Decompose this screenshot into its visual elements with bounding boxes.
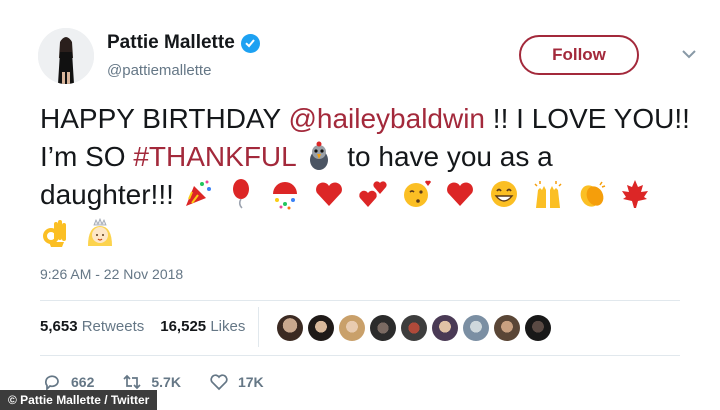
hashtag-link[interactable]: #THANKFUL bbox=[133, 141, 295, 172]
red-heart-emoji-icon bbox=[313, 178, 345, 210]
balloon-emoji-icon bbox=[225, 178, 257, 210]
face-blowing-kiss-emoji-icon bbox=[401, 178, 433, 210]
liker-avatar[interactable] bbox=[339, 315, 365, 341]
tweet-text: HAPPY BIRTHDAY @haileybaldwin !! I LOVE … bbox=[40, 100, 690, 252]
retweet-icon bbox=[123, 374, 141, 390]
heart-icon bbox=[210, 374, 228, 391]
liker-avatar[interactable] bbox=[432, 315, 458, 341]
divider bbox=[40, 300, 680, 301]
liker-avatar[interactable] bbox=[401, 315, 427, 341]
retweet-count: 5.7K bbox=[151, 374, 181, 390]
tweet-stats: 5,653 Retweets 16,525 Likes bbox=[40, 318, 245, 335]
reply-count: 662 bbox=[71, 374, 95, 390]
retweets-stat[interactable]: 5,653 Retweets bbox=[40, 318, 144, 335]
retweet-button[interactable]: 5.7K bbox=[122, 372, 181, 392]
liker-avatar[interactable] bbox=[463, 315, 489, 341]
two-hearts-emoji-icon bbox=[357, 178, 389, 210]
divider bbox=[40, 355, 680, 356]
princess-emoji-icon bbox=[84, 216, 116, 248]
confetti-ball-emoji-icon bbox=[269, 178, 301, 210]
likes-label: Likes bbox=[210, 318, 246, 335]
liker-avatar[interactable] bbox=[308, 315, 334, 341]
red-heart-emoji-icon bbox=[444, 178, 476, 210]
likes-count: 16,525 bbox=[160, 318, 207, 335]
turkey-emoji-icon bbox=[303, 140, 335, 172]
author-block: Pattie Mallette @pattiemallette bbox=[107, 32, 260, 79]
liker-avatar[interactable] bbox=[370, 315, 396, 341]
image-credit: © Pattie Mallette / Twitter bbox=[0, 390, 158, 410]
author-name[interactable]: Pattie Mallette bbox=[107, 32, 235, 54]
stats-separator bbox=[258, 307, 259, 347]
retweets-count: 5,653 bbox=[40, 318, 78, 335]
tweet-actions: 662 5.7K 17K bbox=[42, 372, 264, 392]
author-handle[interactable]: @pattiemallette bbox=[107, 62, 260, 79]
liker-avatar[interactable] bbox=[525, 315, 551, 341]
clapping-hands-emoji-icon bbox=[576, 178, 608, 210]
tweet-text-part: HAPPY BIRTHDAY bbox=[40, 103, 289, 134]
like-count: 17K bbox=[237, 374, 264, 390]
retweets-label: Retweets bbox=[81, 318, 145, 335]
verified-badge-icon bbox=[240, 33, 260, 53]
likes-stat[interactable]: 16,525 Likes bbox=[160, 318, 245, 335]
ok-hand-emoji-icon bbox=[40, 216, 72, 248]
reply-icon bbox=[44, 375, 59, 392]
liker-avatar[interactable] bbox=[494, 315, 520, 341]
grinning-face-emoji-icon bbox=[488, 178, 520, 210]
raising-hands-emoji-icon bbox=[532, 178, 564, 210]
like-button[interactable]: 17K bbox=[209, 372, 264, 392]
reply-button[interactable]: 662 bbox=[42, 372, 94, 392]
avatar[interactable] bbox=[38, 28, 94, 84]
follow-button[interactable]: Follow bbox=[519, 35, 639, 75]
liker-avatars bbox=[277, 315, 551, 341]
chevron-down-icon[interactable] bbox=[681, 47, 697, 59]
maple-leaf-emoji-icon bbox=[619, 178, 651, 210]
liker-avatar[interactable] bbox=[277, 315, 303, 341]
party-popper-emoji-icon bbox=[182, 178, 214, 210]
mention-link[interactable]: @haileybaldwin bbox=[288, 103, 485, 134]
tweet-timestamp[interactable]: 9:26 AM - 22 Nov 2018 bbox=[40, 266, 183, 282]
